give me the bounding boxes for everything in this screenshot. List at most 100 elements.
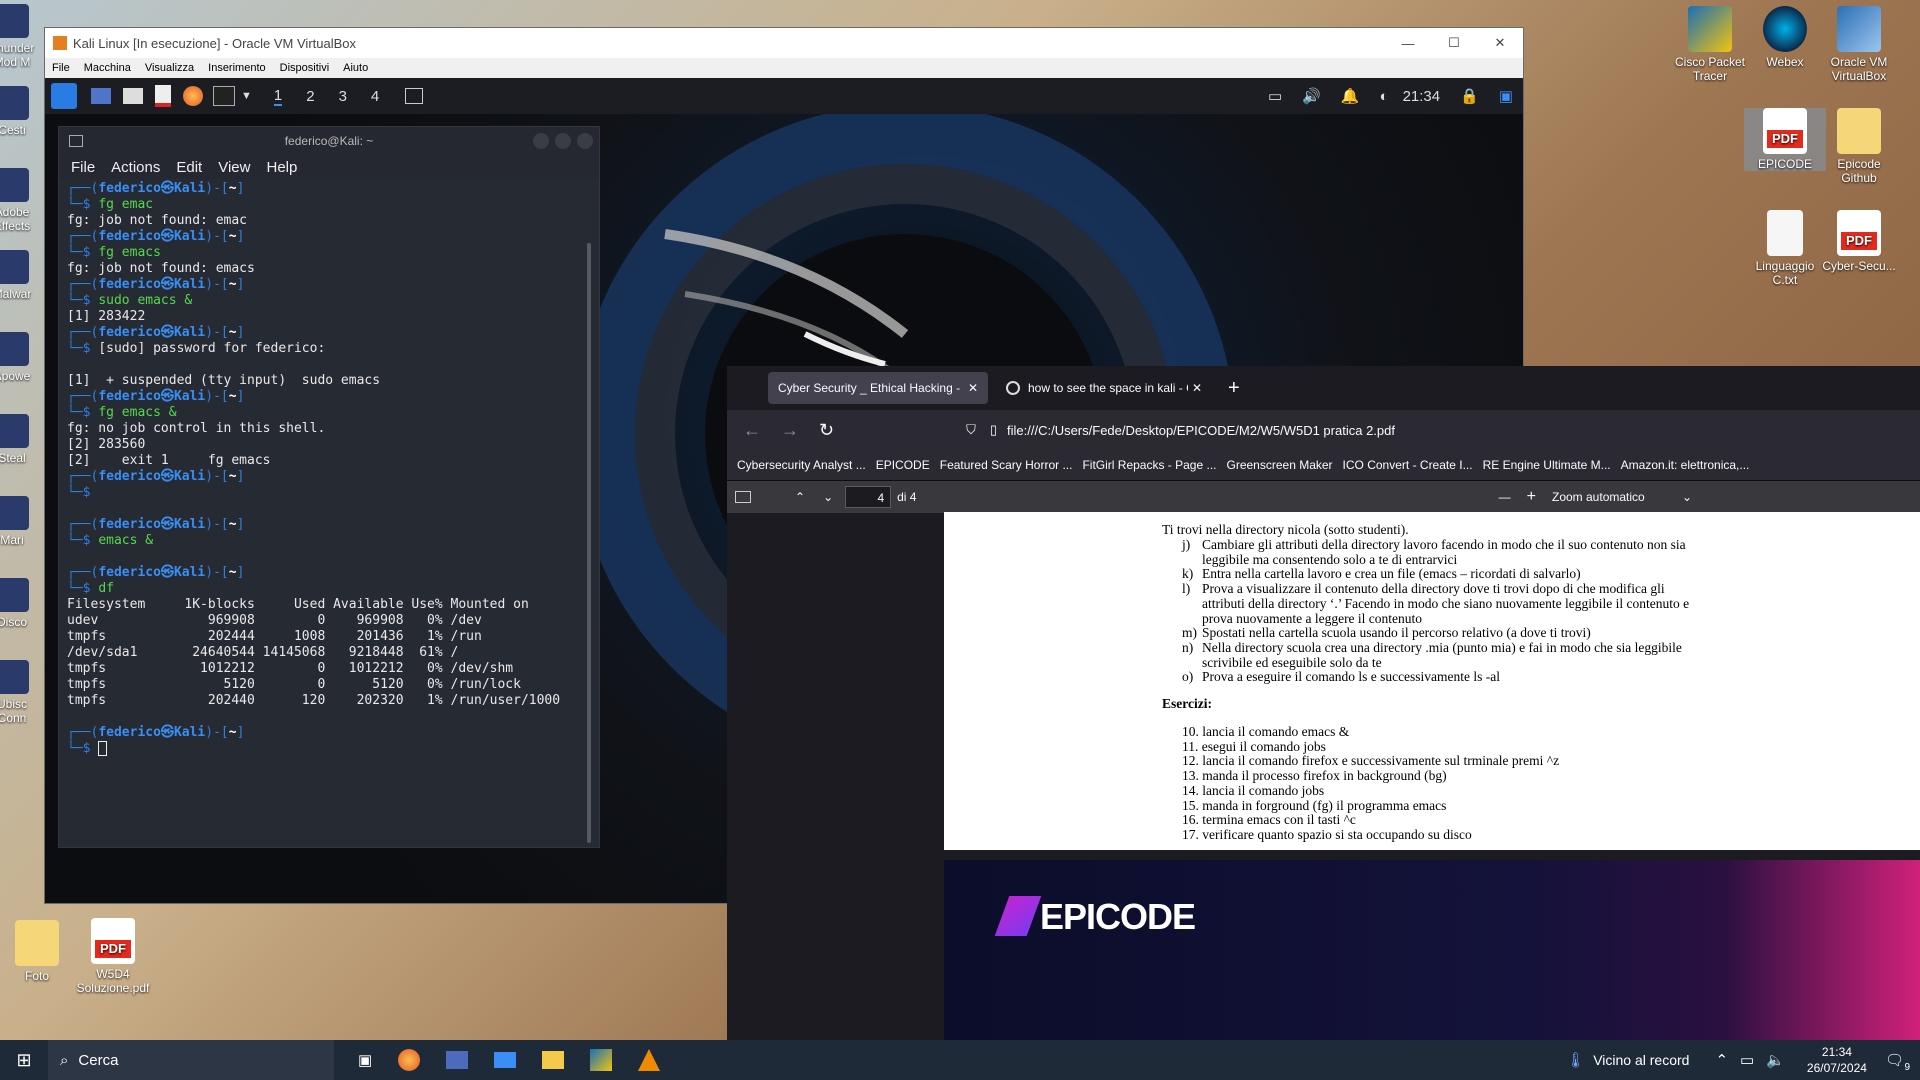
- close-icon[interactable]: ✕: [1192, 381, 1202, 395]
- taskbar-firefox-icon[interactable]: [398, 1049, 421, 1071]
- taskbar-explorer-icon[interactable]: [542, 1051, 565, 1069]
- shield-icon[interactable]: ⛉: [966, 422, 976, 438]
- menu-dispositivi[interactable]: Dispositivi: [280, 62, 330, 74]
- workspace-2[interactable]: 2: [306, 88, 314, 105]
- desktop-icon-left[interactable]: Adobe Effects: [0, 168, 42, 233]
- menu-macchina[interactable]: Macchina: [84, 62, 131, 74]
- tab-kali-space[interactable]: how to see the space in kali - C ✕: [996, 372, 1212, 404]
- bookmark-item[interactable]: Featured Scary Horror ...: [940, 458, 1073, 472]
- text-editor-icon[interactable]: [155, 85, 171, 107]
- notification-bell-icon[interactable]: 🔔: [1341, 87, 1360, 105]
- desktop-icon-left[interactable]: Thunder Mod M: [0, 4, 42, 69]
- minimize-icon[interactable]: —: [1385, 36, 1431, 51]
- forward-arrow-icon[interactable]: →: [781, 420, 799, 441]
- new-tab-button[interactable]: +: [1228, 377, 1240, 400]
- taskbar-mail-icon[interactable]: [494, 1052, 517, 1068]
- zoom-out-icon[interactable]: —: [1499, 490, 1511, 504]
- command-text: df: [98, 581, 114, 596]
- workspace-3[interactable]: 3: [339, 88, 347, 105]
- desktop-icon-label: Thunder Mod M: [0, 41, 35, 69]
- next-page-icon[interactable]: ⌄: [823, 490, 833, 504]
- taskbar-search[interactable]: ⌕ Cerca: [48, 1040, 334, 1080]
- desktop-icon-left[interactable]: Apowe: [0, 332, 42, 383]
- terminal-menu-view[interactable]: View: [218, 159, 250, 176]
- bookmark-item[interactable]: FitGirl Repacks - Page ...: [1082, 458, 1216, 472]
- desktop-icon-left[interactable]: Steal: [0, 414, 42, 465]
- taskbar-clock[interactable]: 21:34 26/07/2024: [1807, 1044, 1867, 1076]
- network-icon[interactable]: ▣: [1499, 87, 1513, 105]
- notification-center-icon[interactable]: 🗨 9: [1885, 1051, 1910, 1073]
- desktop-icon-left[interactable]: Disco: [0, 578, 42, 629]
- previous-page-icon[interactable]: ⌃: [795, 490, 805, 504]
- terminal-minimize-button[interactable]: [533, 133, 549, 149]
- desktop-icon-left[interactable]: Ubisc Conn: [0, 660, 42, 725]
- power-icon[interactable]: ◐: [1380, 88, 1389, 105]
- desktop-icon-linguaggio[interactable]: Linguaggio C.txt: [1744, 210, 1826, 287]
- terminal-menu-file[interactable]: File: [71, 159, 95, 176]
- desktop-icon-left[interactable]: Malwar: [0, 250, 42, 301]
- terminal-menu-help[interactable]: Help: [266, 159, 297, 176]
- desktop-icon-left[interactable]: Cesti: [0, 86, 42, 137]
- volume-icon[interactable]: 🔈: [1766, 1051, 1785, 1069]
- terminal-output[interactable]: ┌──(federico㉿Kali)-[~] └─$ fg emac fg: job…: [59, 179, 599, 841]
- volume-icon[interactable]: 🔊: [1302, 87, 1321, 105]
- prompt-line: ┌──(federico㉿Kali)-[~]: [67, 517, 245, 532]
- url-bar[interactable]: file:///C:/Users/Fede/Desktop/EPICODE/M2…: [1007, 423, 1395, 438]
- close-icon[interactable]: ✕: [1477, 35, 1523, 51]
- menu-visualizza[interactable]: Visualizza: [145, 62, 194, 74]
- desktop-icon[interactable]: [91, 88, 111, 104]
- kali-menu-icon[interactable]: [51, 83, 77, 109]
- desktop-icon-cisco[interactable]: Cisco Packet Tracer: [1669, 6, 1751, 83]
- terminal-scrollbar[interactable]: [587, 243, 591, 843]
- desktop-icon-foto[interactable]: Foto: [0, 920, 78, 983]
- menu-file[interactable]: File: [52, 62, 70, 74]
- bookmark-item[interactable]: RE Engine Ultimate M...: [1483, 458, 1611, 472]
- workspace-4[interactable]: 4: [371, 88, 379, 105]
- bookmark-item[interactable]: Cybersecurity Analyst ...: [737, 458, 866, 472]
- window-list-icon[interactable]: [405, 88, 424, 104]
- bookmark-item[interactable]: Amazon.it: elettronica,...: [1621, 458, 1750, 472]
- bookmark-item[interactable]: ICO Convert - Create I...: [1343, 458, 1473, 472]
- reload-icon[interactable]: ↻: [819, 420, 834, 441]
- back-arrow-icon[interactable]: ←: [743, 420, 761, 441]
- sidebar-toggle-icon[interactable]: [735, 491, 751, 503]
- menu-inserimento[interactable]: Inserimento: [208, 62, 265, 74]
- terminal-menu-actions[interactable]: Actions: [111, 159, 160, 176]
- windows-start-icon[interactable]: ⊞: [0, 1050, 48, 1071]
- display-icon[interactable]: ▭: [1268, 87, 1282, 105]
- desktop-icon-epicode[interactable]: EPICODE: [1744, 108, 1826, 171]
- desktop-icon-virtualbox[interactable]: Oracle VM VirtualBox: [1818, 6, 1900, 83]
- desktop-icon-webex[interactable]: Webex: [1744, 6, 1826, 69]
- lock-icon[interactable]: 🔒: [1460, 87, 1479, 105]
- taskbar-vlc-icon[interactable]: [638, 1049, 661, 1071]
- weather-text[interactable]: Vicino al record: [1593, 1052, 1689, 1068]
- terminal-menu-edit[interactable]: Edit: [176, 159, 202, 176]
- close-icon[interactable]: ✕: [968, 381, 978, 395]
- network-icon[interactable]: ▭: [1740, 1051, 1754, 1069]
- desktop-icon-cyber-secu[interactable]: Cyber-Secu...: [1818, 210, 1900, 273]
- chevron-up-icon[interactable]: ⌃: [1715, 1051, 1728, 1069]
- chevron-down-icon[interactable]: ▼: [241, 90, 252, 102]
- desktop-icon-label: Epicode Github: [1837, 157, 1881, 185]
- desktop-icon-left[interactable]: Mari: [0, 496, 42, 547]
- bookmark-item[interactable]: Greenscreen Maker: [1227, 458, 1333, 472]
- taskbar-app-icon[interactable]: [446, 1051, 469, 1069]
- workspace-1[interactable]: 1: [273, 87, 283, 106]
- file-manager-icon[interactable]: [123, 88, 143, 104]
- task-view-icon[interactable]: ▣: [358, 1051, 372, 1069]
- terminal-close-button[interactable]: [577, 133, 593, 149]
- zoom-select[interactable]: Zoom automatico ⌄: [1548, 486, 1692, 508]
- bookmark-item[interactable]: EPICODE: [876, 458, 930, 472]
- terminal-maximize-button[interactable]: [555, 133, 571, 149]
- maximize-icon[interactable]: ☐: [1431, 35, 1477, 51]
- taskbar-packet-tracer-icon[interactable]: [590, 1049, 613, 1071]
- tab-cyber-security[interactable]: Cyber Security _ Ethical Hacking - M ✕: [768, 372, 988, 404]
- firefox-icon[interactable]: [183, 86, 203, 106]
- menu-aiuto[interactable]: Aiuto: [343, 62, 368, 74]
- desktop-icon-epicode-github[interactable]: Epicode Github: [1818, 108, 1900, 185]
- pdf-item-text: Nella directory scuola crea una director…: [1202, 639, 1682, 655]
- page-number-input[interactable]: 4: [845, 486, 892, 508]
- desktop-icon-w5d4[interactable]: W5D4 Soluzione.pdf: [72, 918, 154, 995]
- zoom-in-icon[interactable]: +: [1527, 488, 1536, 506]
- terminal-icon[interactable]: [213, 86, 235, 106]
